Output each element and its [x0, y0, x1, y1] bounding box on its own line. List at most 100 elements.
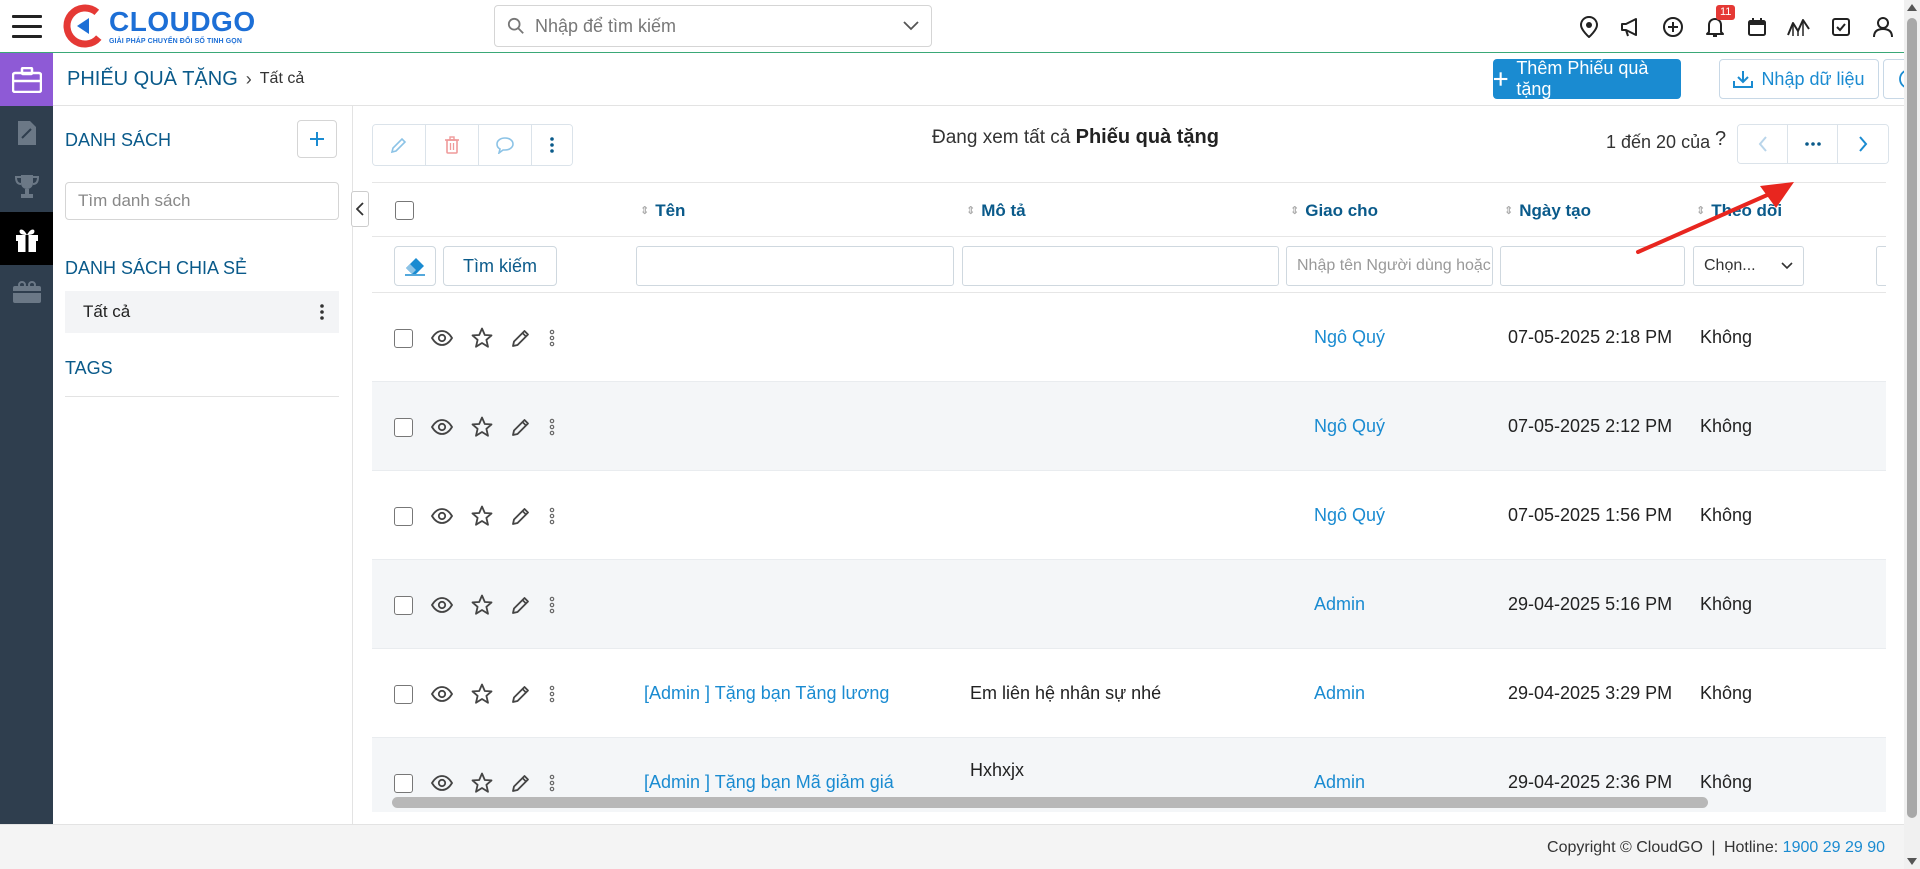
row-checkbox[interactable] — [394, 684, 413, 704]
star-icon[interactable] — [471, 327, 493, 349]
cell-assignee[interactable]: Ngô Quý — [1314, 416, 1385, 437]
cell-assignee[interactable]: Ngô Quý — [1314, 327, 1385, 348]
gift-box-icon — [12, 280, 41, 303]
logo[interactable]: CLOUDGO GIẢI PHÁP CHUYỂN ĐỔI SỐ TINH GỌN — [63, 0, 256, 53]
task-checkbox-icon[interactable] — [1820, 0, 1862, 53]
scroll-down-icon[interactable] — [1907, 858, 1917, 865]
pencil-icon[interactable] — [511, 684, 531, 704]
assignee-filter-input[interactable]: Nhập tên Người dùng hoặc — [1286, 246, 1493, 286]
table-row[interactable]: [Admin ] Tặng bạn Tăng lương Em liên hệ n… — [372, 649, 1886, 738]
rail-item-gift[interactable] — [0, 212, 53, 265]
column-header-created[interactable]: ⇕ Ngày tạo — [1504, 201, 1591, 221]
extra-filter-input[interactable] — [1876, 246, 1886, 286]
select-all-checkbox[interactable] — [395, 201, 414, 220]
eye-icon[interactable] — [431, 508, 453, 524]
pencil-icon[interactable] — [511, 595, 531, 615]
more-vertical-icon[interactable] — [549, 596, 555, 614]
pencil-icon[interactable] — [511, 417, 531, 437]
search-icon — [507, 17, 524, 34]
cell-assignee[interactable]: Admin — [1314, 772, 1365, 793]
cell-assignee[interactable]: Admin — [1314, 594, 1365, 615]
pencil-icon[interactable] — [511, 328, 531, 348]
delete-button[interactable] — [426, 125, 479, 165]
row-checkbox[interactable] — [394, 328, 413, 348]
notification-badge: 11 — [1716, 5, 1736, 20]
comment-button[interactable] — [479, 125, 532, 165]
shared-list-item-all[interactable]: Tất cả — [65, 291, 339, 333]
more-vertical-icon[interactable] — [549, 774, 555, 792]
star-icon[interactable] — [471, 505, 493, 527]
table-row[interactable]: Admin 29-04-2025 5:16 PM Không — [372, 560, 1886, 649]
more-vertical-icon[interactable] — [549, 507, 555, 525]
vertical-scrollbar[interactable] — [1904, 0, 1920, 869]
star-icon[interactable] — [471, 416, 493, 438]
eye-icon[interactable] — [431, 775, 453, 791]
more-vertical-icon[interactable] — [549, 329, 555, 347]
global-search[interactable]: Nhập để tìm kiếm — [494, 5, 932, 47]
horizontal-scrollbar[interactable] — [392, 797, 1708, 808]
eye-icon[interactable] — [431, 686, 453, 702]
star-icon[interactable] — [471, 683, 493, 705]
cell-assignee[interactable]: Admin — [1314, 683, 1365, 704]
scroll-thumb[interactable] — [1907, 18, 1917, 818]
next-page-button[interactable] — [1838, 125, 1888, 163]
import-data-button[interactable]: Nhập dữ liệu — [1719, 59, 1879, 99]
pencil-icon[interactable] — [511, 506, 531, 526]
breadcrumb-module[interactable]: PHIẾU QUÀ TẶNG — [67, 68, 238, 91]
list-search-input[interactable]: Tìm danh sách — [65, 182, 339, 220]
chevron-right-icon — [1859, 136, 1868, 152]
cell-assignee[interactable]: Ngô Quý — [1314, 505, 1385, 526]
user-icon[interactable] — [1862, 0, 1904, 53]
column-header-assignee[interactable]: ⇕ Giao cho — [1290, 201, 1378, 221]
page-menu-button[interactable] — [1788, 125, 1838, 163]
chevron-down-icon[interactable] — [903, 21, 919, 31]
search-input[interactable]: Nhập để tìm kiếm — [535, 16, 903, 37]
chevron-down-icon — [1781, 262, 1793, 270]
row-checkbox[interactable] — [394, 595, 413, 615]
plus-circle-icon[interactable] — [1652, 0, 1694, 53]
cell-name[interactable]: [Admin ] Tặng bạn Tăng lương — [644, 683, 889, 704]
add-list-button[interactable] — [297, 120, 337, 158]
row-checkbox[interactable] — [394, 417, 413, 437]
row-checkbox[interactable] — [394, 506, 413, 526]
megaphone-icon[interactable] — [1610, 0, 1652, 53]
chart-icon[interactable] — [1778, 0, 1820, 53]
table-row[interactable]: Ngô Quý 07-05-2025 2:12 PM Không — [372, 382, 1886, 471]
more-actions-button[interactable] — [532, 125, 572, 165]
rail-item-gift-box[interactable] — [0, 265, 53, 318]
eye-icon[interactable] — [431, 330, 453, 346]
description-filter-input[interactable] — [962, 246, 1279, 286]
calendar-icon[interactable] — [1736, 0, 1778, 53]
column-header-name[interactable]: ⇕ Tên — [640, 201, 685, 221]
name-filter-input[interactable] — [636, 246, 954, 286]
prev-page-button[interactable] — [1738, 125, 1788, 163]
column-header-description[interactable]: ⇕ Mô tả — [966, 201, 1026, 221]
search-filter-button[interactable]: Tìm kiếm — [443, 246, 557, 286]
bell-icon[interactable]: 11 — [1694, 0, 1736, 53]
hotline-number[interactable]: 1900 29 29 90 — [1783, 839, 1885, 856]
star-icon[interactable] — [471, 772, 493, 794]
more-vertical-icon[interactable] — [549, 685, 555, 703]
location-pin-icon[interactable] — [1568, 0, 1610, 53]
pager-total-unknown[interactable]: ? — [1715, 128, 1726, 151]
star-icon[interactable] — [471, 594, 493, 616]
clear-filter-button[interactable] — [394, 246, 436, 286]
rail-item-trophy[interactable] — [0, 159, 53, 212]
more-vertical-icon[interactable] — [549, 418, 555, 436]
bulk-action-toolbar — [372, 124, 573, 166]
table-row[interactable]: Ngô Quý 07-05-2025 2:18 PM Không — [372, 293, 1886, 382]
hamburger-menu-icon[interactable] — [0, 0, 53, 53]
pencil-icon[interactable] — [511, 773, 531, 793]
edit-button[interactable] — [373, 125, 426, 165]
eye-icon[interactable] — [431, 597, 453, 613]
rail-item-briefcase[interactable] — [0, 53, 53, 106]
add-gift-voucher-button[interactable]: Thêm Phiếu quà tặng — [1493, 58, 1681, 99]
cell-name[interactable]: [Admin ] Tặng bạn Mã giảm giá — [644, 772, 894, 793]
row-checkbox[interactable] — [394, 773, 413, 793]
table-row[interactable]: Ngô Quý 07-05-2025 1:56 PM Không — [372, 471, 1886, 560]
eye-icon[interactable] — [431, 419, 453, 435]
rail-item-document[interactable] — [0, 106, 53, 159]
more-vertical-icon[interactable] — [319, 303, 325, 321]
scroll-up-icon[interactable] — [1907, 4, 1917, 11]
cell-created: 07-05-2025 2:18 PM — [1508, 327, 1673, 347]
